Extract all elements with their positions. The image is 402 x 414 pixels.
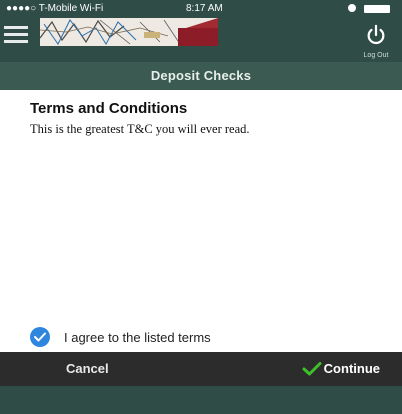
battery-icon: [364, 5, 390, 13]
status-time: 8:17 AM: [186, 3, 223, 14]
agree-terms-label[interactable]: I agree to the listed terms: [64, 330, 211, 345]
page-title-bar: Deposit Checks: [0, 62, 402, 90]
action-bar: Cancel Continue: [0, 352, 402, 386]
power-icon: [367, 24, 385, 45]
app-header: Log Out: [0, 18, 402, 62]
continue-button[interactable]: Continue: [302, 352, 380, 386]
brand-logo: [40, 18, 218, 46]
logout-label: Log Out: [363, 52, 389, 59]
cancel-button[interactable]: Cancel: [66, 352, 109, 386]
agree-terms-checkbox[interactable]: I agree to the listed terms: [30, 326, 211, 348]
page-title: Deposit Checks: [150, 68, 252, 83]
carrier-signal: ●●●●○ T-Mobile Wi-Fi: [6, 3, 104, 14]
checkmark-icon: [302, 362, 322, 376]
orientation-lock-icon: [348, 4, 356, 12]
check-icon[interactable]: [30, 327, 50, 347]
footer-bar: [0, 386, 402, 414]
hamburger-menu-icon[interactable]: [4, 24, 30, 46]
logout-button[interactable]: Log Out: [356, 24, 396, 59]
status-bar: ●●●●○ T-Mobile Wi-Fi 8:17 AM: [0, 0, 402, 18]
terms-content: Terms and Conditions This is the greates…: [0, 90, 402, 356]
terms-body: This is the greatest T&C you will ever r…: [30, 122, 250, 136]
continue-label: Continue: [323, 361, 380, 376]
terms-heading: Terms and Conditions: [30, 100, 188, 117]
